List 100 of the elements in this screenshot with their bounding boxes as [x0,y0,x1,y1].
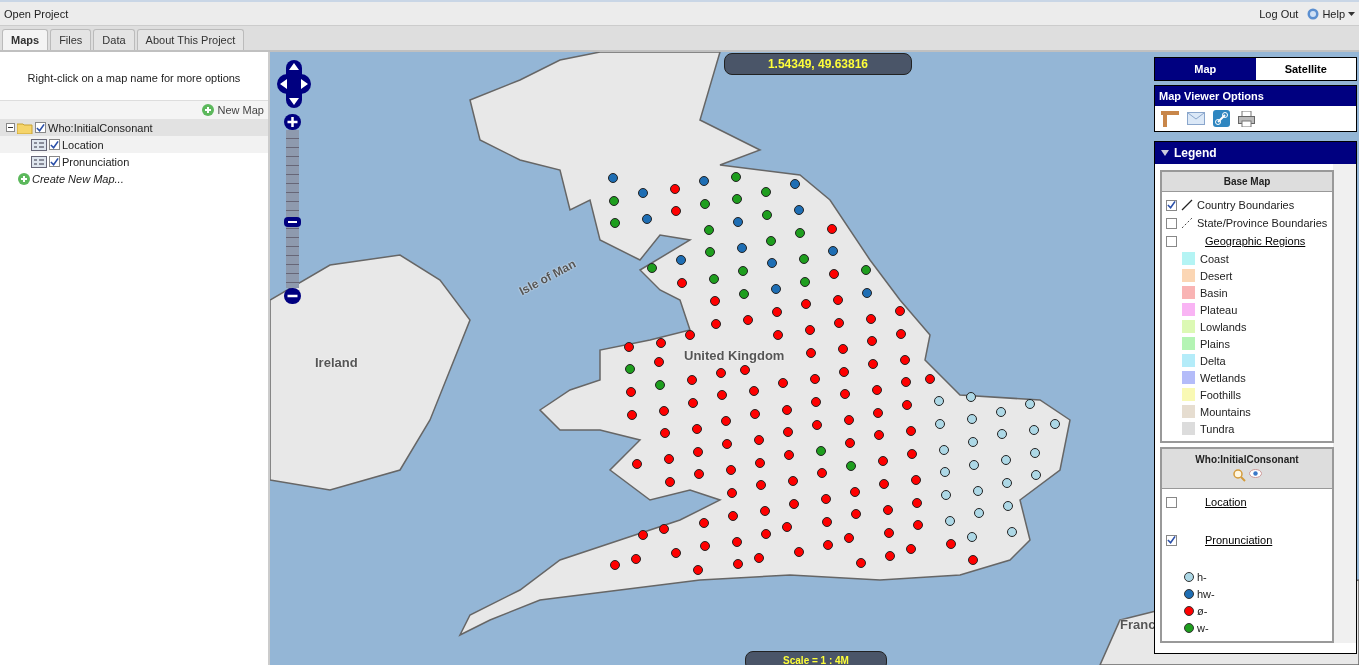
map-marker[interactable] [1001,455,1011,465]
tab[interactable]: Data [93,29,135,50]
map-marker[interactable] [884,528,894,538]
map-marker[interactable] [699,176,709,186]
layer-label[interactable]: Geographic Regions [1205,235,1306,247]
map-marker[interactable] [945,516,955,526]
map-marker[interactable] [631,554,641,564]
map-marker[interactable] [821,494,831,504]
map-marker[interactable] [665,477,675,487]
map-marker[interactable] [783,427,793,437]
map-marker[interactable] [754,435,764,445]
map-marker[interactable] [709,274,719,284]
map-marker[interactable] [966,392,976,402]
checkbox[interactable] [1166,534,1177,546]
map-marker[interactable] [822,517,832,527]
map-marker[interactable] [934,396,944,406]
map-marker[interactable] [761,529,771,539]
logout-link[interactable]: Log Out [1259,7,1299,20]
map-marker[interactable] [726,465,736,475]
map-marker[interactable] [913,520,923,530]
map-marker[interactable] [654,357,664,367]
map-marker[interactable] [846,461,856,471]
map-marker[interactable] [829,269,839,279]
map-marker[interactable] [1003,501,1013,511]
map-marker[interactable] [939,445,949,455]
map-marker[interactable] [642,214,652,224]
tab[interactable]: About This Project [136,29,245,50]
map-marker[interactable] [664,454,674,464]
map-marker[interactable] [941,490,951,500]
map-marker[interactable] [901,377,911,387]
map-marker[interactable] [700,199,710,209]
map-marker[interactable] [789,499,799,509]
layer-link[interactable]: Location [1205,496,1247,508]
map-marker[interactable] [693,565,703,575]
map-marker[interactable] [1002,478,1012,488]
checkbox[interactable] [1166,217,1177,229]
map-marker[interactable] [812,420,822,430]
triangle-icon[interactable] [1161,150,1169,156]
map-marker[interactable] [704,225,714,235]
map-marker[interactable] [694,469,704,479]
map-marker[interactable] [879,479,889,489]
map-marker[interactable] [795,228,805,238]
map-marker[interactable] [608,173,618,183]
map-marker[interactable] [733,559,743,569]
map-marker[interactable] [732,194,742,204]
map-marker[interactable] [840,389,850,399]
map-marker[interactable] [790,179,800,189]
map-marker[interactable] [782,522,792,532]
map-marker[interactable] [732,537,742,547]
open-project-link[interactable]: Open Project [4,7,69,20]
map-marker[interactable] [844,533,854,543]
map-marker[interactable] [1029,425,1039,435]
map-marker[interactable] [733,217,743,227]
map-marker[interactable] [873,408,883,418]
map-marker[interactable] [767,258,777,268]
map-marker[interactable] [862,288,872,298]
map-marker[interactable] [968,437,978,447]
view-tab[interactable]: Map [1155,58,1256,80]
map-marker[interactable] [946,539,956,549]
map-marker[interactable] [834,318,844,328]
map-marker[interactable] [968,555,978,565]
map-marker[interactable] [705,247,715,257]
map-marker[interactable] [688,398,698,408]
map-marker[interactable] [711,319,721,329]
printer-icon[interactable] [1238,110,1255,127]
map-marker[interactable] [839,367,849,377]
eye-icon[interactable] [1248,469,1262,478]
map-marker[interactable] [731,172,741,182]
map-marker[interactable] [716,368,726,378]
map-marker[interactable] [754,553,764,563]
map-marker[interactable] [750,409,760,419]
map-marker[interactable] [738,266,748,276]
map-marker[interactable] [907,449,917,459]
map-marker[interactable] [784,450,794,460]
map-marker[interactable] [811,397,821,407]
map-marker[interactable] [967,414,977,424]
map-marker[interactable] [761,187,771,197]
map-marker[interactable] [799,254,809,264]
map-marker[interactable] [973,486,983,496]
map-marker[interactable] [737,243,747,253]
map-marker[interactable] [638,530,648,540]
map-marker[interactable] [833,295,843,305]
map-marker[interactable] [670,184,680,194]
tree-item[interactable]: Location [0,136,268,153]
map-marker[interactable] [632,459,642,469]
map-marker[interactable] [722,439,732,449]
map-marker[interactable] [671,548,681,558]
map-marker[interactable] [772,307,782,317]
map-marker[interactable] [794,547,804,557]
map-marker[interactable] [794,205,804,215]
map-marker[interactable] [878,456,888,466]
layer-link[interactable]: Pronunciation [1205,534,1273,546]
map-marker[interactable] [885,551,895,561]
map-marker[interactable] [609,196,619,206]
map-marker[interactable] [1025,399,1035,409]
map-marker[interactable] [940,467,950,477]
checkbox[interactable] [1166,199,1177,211]
map-marker[interactable] [766,236,776,246]
slider-thumb[interactable] [284,216,301,227]
map-marker[interactable] [710,296,720,306]
